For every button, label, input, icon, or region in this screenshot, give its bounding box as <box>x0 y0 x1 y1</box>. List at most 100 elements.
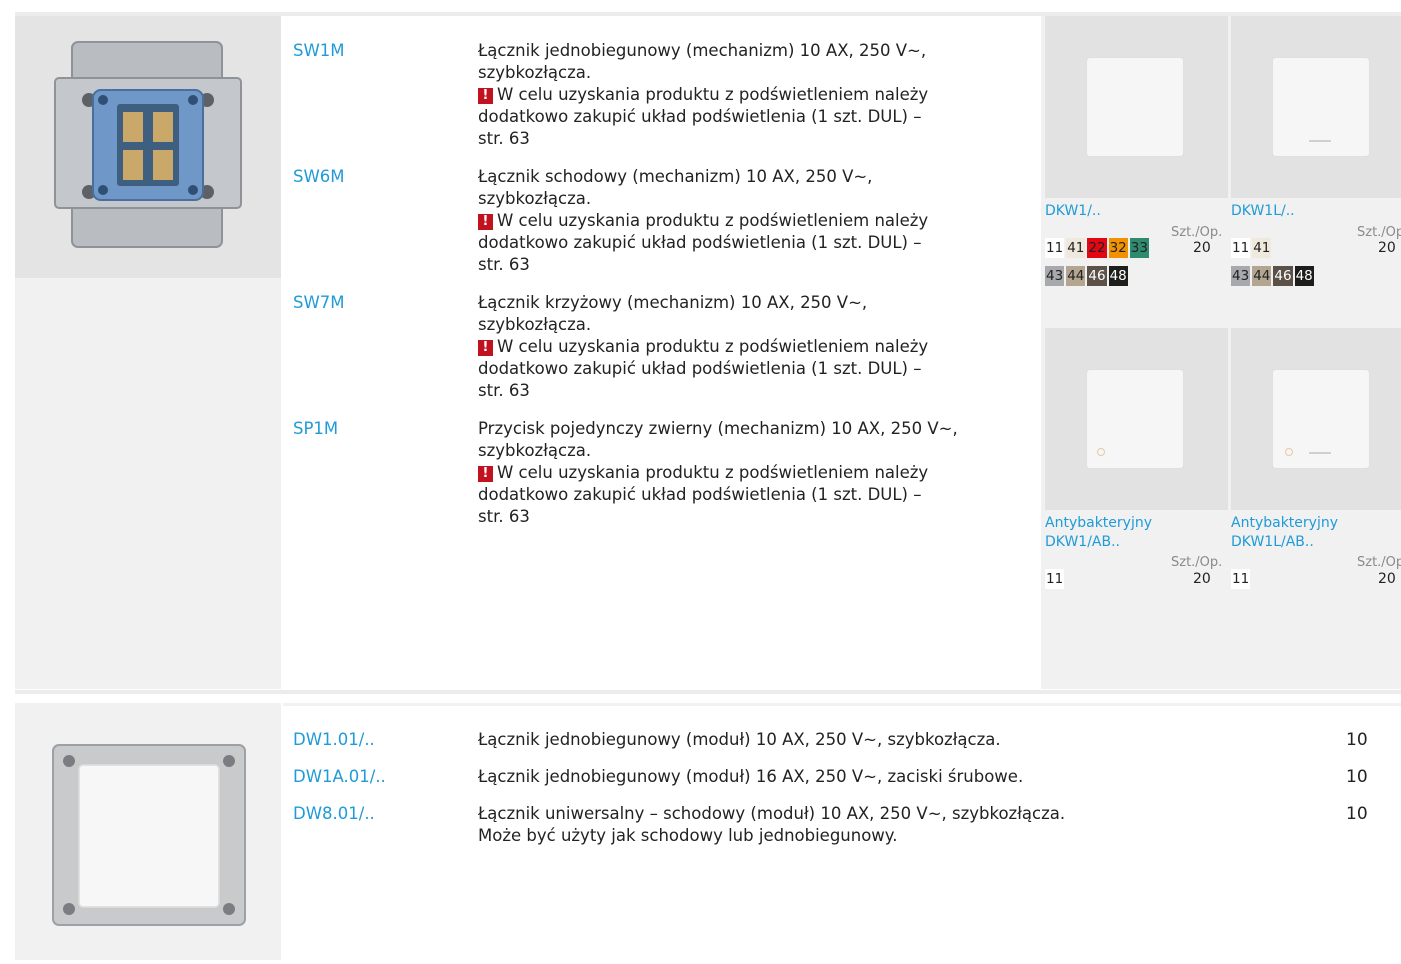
module-code-link[interactable]: DW1A.01/.. <box>293 766 386 788</box>
product-code-link[interactable]: SW1M <box>293 40 345 62</box>
color-chip[interactable]: 33 <box>1129 238 1149 258</box>
cover-code-line: Antybakteryjny <box>1231 515 1338 531</box>
color-chip[interactable]: 41 <box>1066 238 1086 258</box>
note-text: W celu uzyskania produktu z podświetleni… <box>497 337 929 356</box>
description-line: szybkozłącza. <box>478 189 592 208</box>
switch-module-image <box>52 744 246 926</box>
switch-cover-image <box>1087 58 1183 156</box>
cover-code-link[interactable]: Antybakteryjny DKW1L/AB.. <box>1231 514 1338 552</box>
color-chip[interactable]: 44 <box>1252 266 1272 286</box>
description-line: Łącznik schodowy (mechanizm) 10 AX, 250 … <box>478 167 873 186</box>
description-line: Łącznik uniwersalny – schodowy (moduł) 1… <box>478 804 1066 823</box>
cover-thumbnail <box>1231 328 1401 510</box>
note-line: str. 63 <box>478 507 530 526</box>
pack-quantity: 10 <box>1346 730 1368 750</box>
description-line: Łącznik krzyżowy (mechanizm) 10 AX, 250 … <box>478 293 868 312</box>
pack-quantity: 10 <box>1346 767 1368 787</box>
module-code-link[interactable]: DW8.01/.. <box>293 803 375 825</box>
color-chip[interactable]: 32 <box>1108 238 1128 258</box>
product-description: Przycisk pojedynczy zwierny (mechanizm) … <box>478 418 968 528</box>
product-code-link[interactable]: SW7M <box>293 292 345 314</box>
cover-code-line: DKW1/.. <box>1045 203 1101 219</box>
switch-cover-image <box>1087 370 1183 468</box>
product-description: Łącznik krzyżowy (mechanizm) 10 AX, 250 … <box>478 292 968 402</box>
cover-code-link[interactable]: DKW1/.. <box>1045 202 1101 221</box>
pack-quantity: 10 <box>1346 804 1368 824</box>
note-line: dodatkowo zakupić układ podświetlenia (1… <box>478 359 922 378</box>
description-line: szybkozłącza. <box>478 441 592 460</box>
description-line: szybkozłącza. <box>478 315 592 334</box>
color-chip[interactable]: 41 <box>1252 238 1272 258</box>
switch-mechanism-image <box>54 41 242 248</box>
switch-cover-image <box>1273 58 1369 156</box>
module-code-link[interactable]: DW1.01/.. <box>293 729 375 751</box>
color-chip-row: 11 41 22 32 33 <box>1045 238 1149 258</box>
color-chip[interactable]: 11 <box>1231 569 1251 589</box>
description-line: Łącznik jednobiegunowy (moduł) 10 AX, 25… <box>478 730 1001 749</box>
pack-size-value: 20 <box>1193 240 1211 256</box>
color-chip-row: 11 <box>1231 569 1251 589</box>
cover-thumbnail <box>1045 328 1228 510</box>
module-photo-panel <box>15 703 281 960</box>
cover-thumbnail <box>1045 16 1228 198</box>
note-line: str. 63 <box>478 255 530 274</box>
product-code-link[interactable]: SP1M <box>293 418 338 440</box>
color-chip[interactable]: 11 <box>1045 238 1065 258</box>
led-indicator-icon <box>1309 140 1331 142</box>
note-line: dodatkowo zakupić układ podświetlenia (1… <box>478 485 922 504</box>
description-line: Może być użyty jak schodowy lub jednobie… <box>478 826 898 845</box>
antibacterial-mark-icon <box>1285 448 1293 456</box>
note-line: ! W celu uzyskania produktu z podświetlen… <box>478 210 968 232</box>
pack-size-value: 20 <box>1378 240 1396 256</box>
color-chip[interactable]: 46 <box>1273 266 1293 286</box>
pack-size-label: Szt./Op. <box>1357 555 1401 570</box>
color-chip[interactable]: 43 <box>1045 266 1065 286</box>
antibacterial-mark-icon <box>1097 448 1105 456</box>
description-line: Przycisk pojedynczy zwierny (mechanizm) … <box>478 419 958 438</box>
section2-top-line <box>283 703 1401 706</box>
warning-icon: ! <box>478 88 493 104</box>
color-chip[interactable]: 11 <box>1045 569 1065 589</box>
product-description: Łącznik schodowy (mechanizm) 10 AX, 250 … <box>478 166 968 276</box>
section-divider <box>15 690 1401 694</box>
color-chip-row: 11 <box>1045 569 1065 589</box>
color-chip-row: 43 44 46 48 <box>1045 266 1128 286</box>
cover-code-line: DKW1L/.. <box>1231 203 1295 219</box>
product-description: Łącznik jednobiegunowy (mechanizm) 10 AX… <box>478 40 968 150</box>
warning-icon: ! <box>478 466 493 482</box>
note-text: W celu uzyskania produktu z podświetleni… <box>497 463 929 482</box>
color-chip-row: 43 44 46 48 <box>1231 266 1314 286</box>
note-line: str. 63 <box>478 381 530 400</box>
cover-code-line: Antybakteryjny <box>1045 515 1152 531</box>
pack-size-value: 20 <box>1193 571 1211 587</box>
warning-icon: ! <box>478 214 493 230</box>
color-chip[interactable]: 48 <box>1294 266 1314 286</box>
note-line: dodatkowo zakupić układ podświetlenia (1… <box>478 107 922 126</box>
color-chip[interactable]: 22 <box>1087 238 1107 258</box>
switch-cover-image <box>1273 370 1369 468</box>
warning-icon: ! <box>478 340 493 356</box>
color-chip[interactable]: 46 <box>1087 266 1107 286</box>
description-line: szybkozłącza. <box>478 63 592 82</box>
cover-thumbnail <box>1231 16 1401 198</box>
cover-code-line: DKW1/AB.. <box>1045 534 1121 550</box>
color-chip[interactable]: 11 <box>1231 238 1251 258</box>
note-line: ! W celu uzyskania produktu z podświetlen… <box>478 336 968 358</box>
note-text: W celu uzyskania produktu z podświetleni… <box>497 85 929 104</box>
color-chip[interactable]: 44 <box>1066 266 1086 286</box>
color-chip-row: 11 41 <box>1231 238 1272 258</box>
pack-size-value: 20 <box>1378 571 1396 587</box>
product-code-link[interactable]: SW6M <box>293 166 345 188</box>
mechanism-photo <box>15 16 281 278</box>
description-line: Łącznik jednobiegunowy (mechanizm) 10 AX… <box>478 41 927 60</box>
note-text: W celu uzyskania produktu z podświetleni… <box>497 211 929 230</box>
note-line: ! W celu uzyskania produktu z podświetlen… <box>478 84 968 106</box>
color-chip[interactable]: 48 <box>1108 266 1128 286</box>
cover-code-link[interactable]: Antybakteryjny DKW1/AB.. <box>1045 514 1152 552</box>
cover-code-link[interactable]: DKW1L/.. <box>1231 202 1295 221</box>
pack-size-label: Szt./Op. <box>1357 225 1401 240</box>
module-description: Łącznik jednobiegunowy (moduł) 10 AX, 25… <box>478 729 1238 751</box>
note-line: ! W celu uzyskania produktu z podświetlen… <box>478 462 968 484</box>
description-line: Łącznik jednobiegunowy (moduł) 16 AX, 25… <box>478 767 1024 786</box>
color-chip[interactable]: 43 <box>1231 266 1251 286</box>
